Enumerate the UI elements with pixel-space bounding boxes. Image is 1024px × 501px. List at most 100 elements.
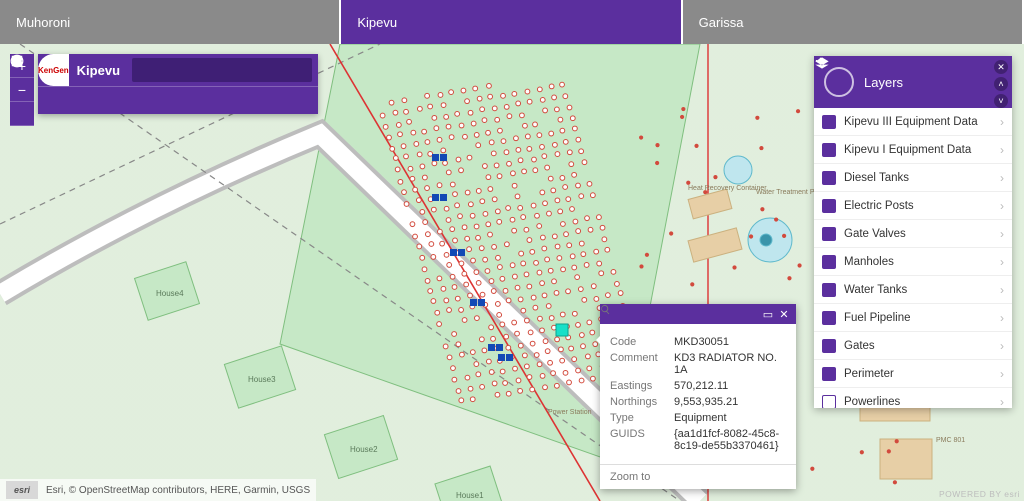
layer-label: Electric Posts	[844, 200, 1000, 212]
popup-value: MKD30051	[674, 336, 786, 348]
svg-text:PMC 801: PMC 801	[936, 437, 965, 444]
layer-checkbox[interactable]	[822, 199, 836, 213]
popup-key: Type	[610, 412, 674, 424]
chevron-right-icon[interactable]: ›	[1000, 395, 1004, 409]
popup-value: 570,212.11	[674, 380, 786, 392]
chevron-right-icon[interactable]: ›	[1000, 367, 1004, 381]
home-extent-button[interactable]	[10, 102, 34, 126]
svg-text:House1: House1	[456, 491, 484, 500]
layer-checkbox[interactable]	[822, 395, 836, 409]
layers-list[interactable]: Kipevu III Equipment Data›Kipevu I Equip…	[814, 108, 1012, 408]
layer-label: Powerlines	[844, 396, 1000, 408]
layer-row[interactable]: Perimeter›	[814, 360, 1012, 388]
chevron-right-icon[interactable]: ›	[1000, 115, 1004, 129]
layer-row[interactable]: Fuel Pipeline›	[814, 304, 1012, 332]
layer-checkbox[interactable]	[822, 311, 836, 325]
layers-close-button[interactable]: ✕	[994, 60, 1008, 74]
popup-key: Northings	[610, 396, 674, 408]
layer-checkbox[interactable]	[822, 115, 836, 129]
app-title: Kipevu	[69, 63, 128, 78]
layer-checkbox[interactable]	[822, 367, 836, 381]
popup-field: TypeEquipment	[610, 412, 786, 424]
tab-kipevu[interactable]: Kipevu	[341, 0, 682, 44]
layer-checkbox[interactable]	[822, 283, 836, 297]
layers-button[interactable]	[70, 90, 92, 112]
layer-checkbox[interactable]	[822, 227, 836, 241]
layer-checkbox[interactable]	[822, 171, 836, 185]
layer-label: Diesel Tanks	[844, 172, 1000, 184]
popup-zoom-to[interactable]: Zoom to	[600, 464, 796, 489]
popup-field: GUIDS{aa1d1fcf-8082-45c8-8c19-de55b33704…	[610, 428, 786, 452]
layers-collapse-button[interactable]: ˄	[994, 77, 1008, 91]
zoom-out-button[interactable]: −	[10, 78, 34, 102]
search-button[interactable]	[286, 58, 312, 82]
kengen-logo: KenGen	[38, 54, 69, 86]
chevron-right-icon[interactable]: ›	[1000, 199, 1004, 213]
svg-text:Power Station: Power Station	[548, 409, 592, 416]
popup-field: CommentKD3 RADIATOR NO. 1A	[610, 352, 786, 376]
print-icon	[10, 54, 24, 68]
popup-value: KD3 RADIATOR NO. 1A	[674, 352, 786, 376]
layers-expand-button[interactable]: ˅	[994, 94, 1008, 108]
layer-row[interactable]: Water Tanks›	[814, 276, 1012, 304]
popup-field: Eastings570,212.11	[610, 380, 786, 392]
tab-garissa[interactable]: Garissa	[683, 0, 1024, 44]
chevron-right-icon[interactable]: ›	[1000, 311, 1004, 325]
chevron-right-icon[interactable]: ›	[1000, 339, 1004, 353]
chevron-right-icon[interactable]: ›	[1000, 227, 1004, 241]
popup-key: Eastings	[610, 380, 674, 392]
feature-popup: ▭ ✕ CodeMKD30051 CommentKD3 RADIATOR NO. …	[600, 304, 796, 489]
layer-label: Gate Valves	[844, 228, 1000, 240]
basemap-button[interactable]	[96, 90, 118, 112]
tab-label: Kipevu	[357, 15, 397, 30]
legend-button[interactable]	[44, 90, 66, 112]
powered-by: POWERED BY esri	[939, 489, 1020, 499]
measure-button[interactable]	[122, 90, 144, 112]
tab-label: Garissa	[699, 15, 744, 30]
chevron-right-icon[interactable]: ›	[1000, 283, 1004, 297]
layers-title: Layers	[864, 75, 903, 90]
popup-field: CodeMKD30051	[610, 336, 786, 348]
search-box	[132, 58, 312, 82]
map-tabs: Muhoroni Kipevu Garissa	[0, 0, 1024, 44]
layer-label: Kipevu III Equipment Data	[844, 116, 1000, 128]
layer-label: Perimeter	[844, 368, 1000, 380]
chevron-right-icon[interactable]: ›	[1000, 143, 1004, 157]
layer-checkbox[interactable]	[822, 143, 836, 157]
layer-checkbox[interactable]	[822, 255, 836, 269]
layer-row[interactable]: Gate Valves›	[814, 220, 1012, 248]
popup-key: Code	[610, 336, 674, 348]
attribution-text: Esri, © OpenStreetMap contributors, HERE…	[46, 485, 310, 496]
layer-row[interactable]: Powerlines›	[814, 388, 1012, 408]
magnify-icon	[600, 304, 611, 315]
search-input[interactable]	[132, 64, 286, 76]
layer-checkbox[interactable]	[822, 339, 836, 353]
layer-row[interactable]: Kipevu I Equipment Data›	[814, 136, 1012, 164]
svg-text:House2: House2	[350, 445, 378, 454]
esri-logo: esri	[6, 481, 38, 499]
layer-row[interactable]: Gates›	[814, 332, 1012, 360]
info-button[interactable]	[148, 90, 170, 112]
tab-label: Muhoroni	[16, 15, 70, 30]
layer-row[interactable]: Kipevu III Equipment Data›	[814, 108, 1012, 136]
app-toolbar: KenGen Kipevu	[38, 54, 318, 114]
popup-dock-button[interactable]: ▭	[760, 306, 776, 322]
popup-value: Equipment	[674, 412, 786, 424]
popup-close-button[interactable]: ✕	[776, 306, 792, 322]
chevron-right-icon[interactable]: ›	[1000, 255, 1004, 269]
chevron-right-icon[interactable]: ›	[1000, 171, 1004, 185]
map-canvas[interactable]: House4 House3 House2 House1 Heat Recover…	[0, 44, 1024, 501]
layer-row[interactable]: Diesel Tanks›	[814, 164, 1012, 192]
tab-muhoroni[interactable]: Muhoroni	[0, 0, 341, 44]
layers-panel: Layers ✕ ˄ ˅ Kipevu III Equipment Data›K…	[814, 56, 1012, 408]
layer-label: Gates	[844, 340, 1000, 352]
print-button[interactable]	[200, 90, 222, 112]
svg-text:House4: House4	[156, 289, 184, 298]
popup-key: GUIDS	[610, 428, 674, 452]
popup-value: {aa1d1fcf-8082-45c8-8c19-de55b3370461}	[674, 428, 786, 452]
share-button[interactable]	[174, 90, 196, 112]
layer-row[interactable]: Manholes›	[814, 248, 1012, 276]
popup-value: 9,553,935.21	[674, 396, 786, 408]
layer-label: Kipevu I Equipment Data	[844, 144, 1000, 156]
layer-row[interactable]: Electric Posts›	[814, 192, 1012, 220]
